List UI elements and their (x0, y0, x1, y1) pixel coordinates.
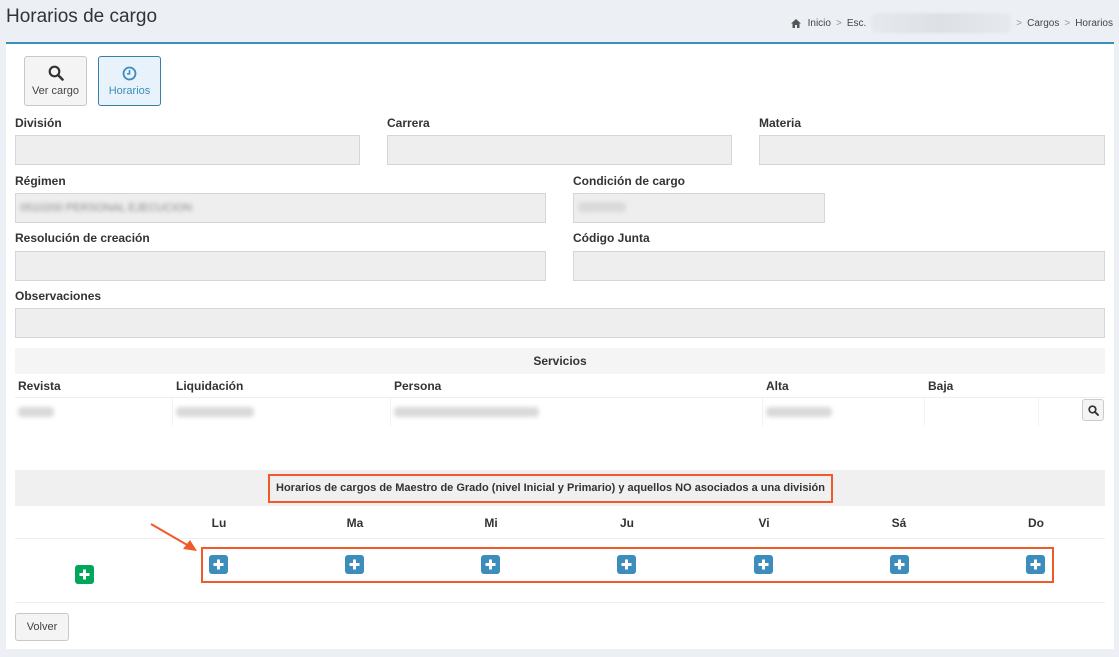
horarios-label: Horarios (108, 84, 151, 97)
plus-icon (213, 559, 224, 570)
day-mi: Mi (484, 516, 498, 530)
codigo-junta-field (573, 251, 1105, 281)
condicion-label: Condición de cargo (573, 174, 686, 188)
breadcrumb-cargos[interactable]: Cargos (1027, 18, 1059, 29)
plus-icon (1030, 559, 1041, 570)
division-field (15, 135, 360, 165)
liquidacion-cell (173, 398, 391, 426)
actions-cell (1039, 398, 1105, 426)
arrow-annotation (150, 523, 197, 551)
codigo-junta-label: Código Junta (573, 231, 650, 245)
ver-cargo-button[interactable]: Ver cargo (24, 56, 87, 106)
plus-icon (79, 569, 90, 580)
column-baja: Baja (928, 379, 954, 393)
add-ma-button[interactable] (345, 555, 364, 574)
page-title: Horarios de cargo (6, 6, 158, 27)
schedule-title: Horarios de cargos de Maestro de Grado (… (268, 474, 833, 503)
carrera-field (387, 135, 732, 165)
column-liquidacion: Liquidación (176, 379, 244, 393)
redacted-value (766, 407, 832, 417)
breadcrumb-inicio[interactable]: Inicio (808, 18, 831, 29)
table-row (15, 398, 1105, 426)
search-icon (1087, 404, 1099, 416)
day-do: Do (1028, 516, 1044, 530)
redacted-value (18, 407, 54, 417)
regimen-label: Régimen (15, 174, 66, 188)
add-row-button[interactable] (75, 565, 94, 584)
breadcrumb-redacted (871, 13, 1012, 33)
regimen-value: 0510200 PERSONAL EJECUCION (20, 202, 192, 214)
add-vi-button[interactable] (754, 555, 773, 574)
home-icon (790, 18, 801, 28)
materia-label: Materia (759, 116, 802, 130)
condicion-field (573, 193, 825, 223)
redacted-value (176, 407, 254, 417)
resolucion-field (15, 251, 546, 281)
horarios-button[interactable]: Horarios (98, 56, 161, 106)
add-lu-button[interactable] (209, 555, 228, 574)
day-lu: Lu (211, 516, 227, 530)
revista-cell (15, 398, 173, 426)
baja-cell (925, 398, 1039, 426)
resolucion-label: Resolución de creación (15, 231, 150, 245)
condicion-redacted (578, 202, 626, 212)
materia-field (759, 135, 1105, 165)
observaciones-field (15, 308, 1105, 338)
breadcrumb-escuela[interactable]: Esc. (847, 18, 866, 29)
carrera-label: Carrera (387, 116, 430, 130)
plus-icon (485, 559, 496, 570)
breadcrumb-horarios: Horarios (1075, 17, 1113, 29)
main-box: Ver cargo Horarios División Carrera Mate… (6, 42, 1114, 649)
services-table: Servicios Revista Liquidación Persona Al… (15, 348, 1105, 426)
add-mi-button[interactable] (481, 555, 500, 574)
plus-icon (621, 559, 632, 570)
services-title: Servicios (15, 348, 1105, 374)
column-actions (1039, 374, 1105, 397)
day-sa: Sá (891, 516, 907, 530)
redacted-value (394, 407, 539, 417)
breadcrumb-separator: > (835, 17, 842, 29)
persona-cell (391, 398, 763, 426)
column-revista: Revista (18, 379, 61, 393)
breadcrumb: Inicio > Esc. > Cargos > Horarios (790, 13, 1113, 33)
breadcrumb-separator: > (1016, 17, 1023, 29)
volver-button[interactable]: Volver (15, 613, 69, 641)
plus-icon (349, 559, 360, 570)
search-icon (48, 65, 64, 81)
clock-icon (122, 66, 137, 80)
day-ju: Ju (619, 516, 634, 530)
regimen-field: 0510200 PERSONAL EJECUCION (15, 193, 546, 223)
day-vi: Vi (758, 516, 770, 530)
observaciones-label: Observaciones (15, 289, 102, 303)
breadcrumb-separator: > (1064, 17, 1071, 29)
column-persona: Persona (394, 379, 442, 393)
plus-icon (894, 559, 905, 570)
column-alta: Alta (766, 379, 789, 393)
divider (15, 602, 1105, 603)
add-ju-button[interactable] (617, 555, 636, 574)
division-label: División (15, 116, 62, 130)
plus-icon (758, 559, 769, 570)
add-do-button[interactable] (1026, 555, 1045, 574)
alta-cell (763, 398, 925, 426)
services-header: Revista Liquidación Persona Alta Baja (15, 374, 1105, 398)
view-service-button[interactable] (1082, 399, 1104, 421)
day-ma: Ma (346, 516, 364, 530)
ver-cargo-label: Ver cargo (31, 85, 80, 97)
add-sa-button[interactable] (890, 555, 909, 574)
